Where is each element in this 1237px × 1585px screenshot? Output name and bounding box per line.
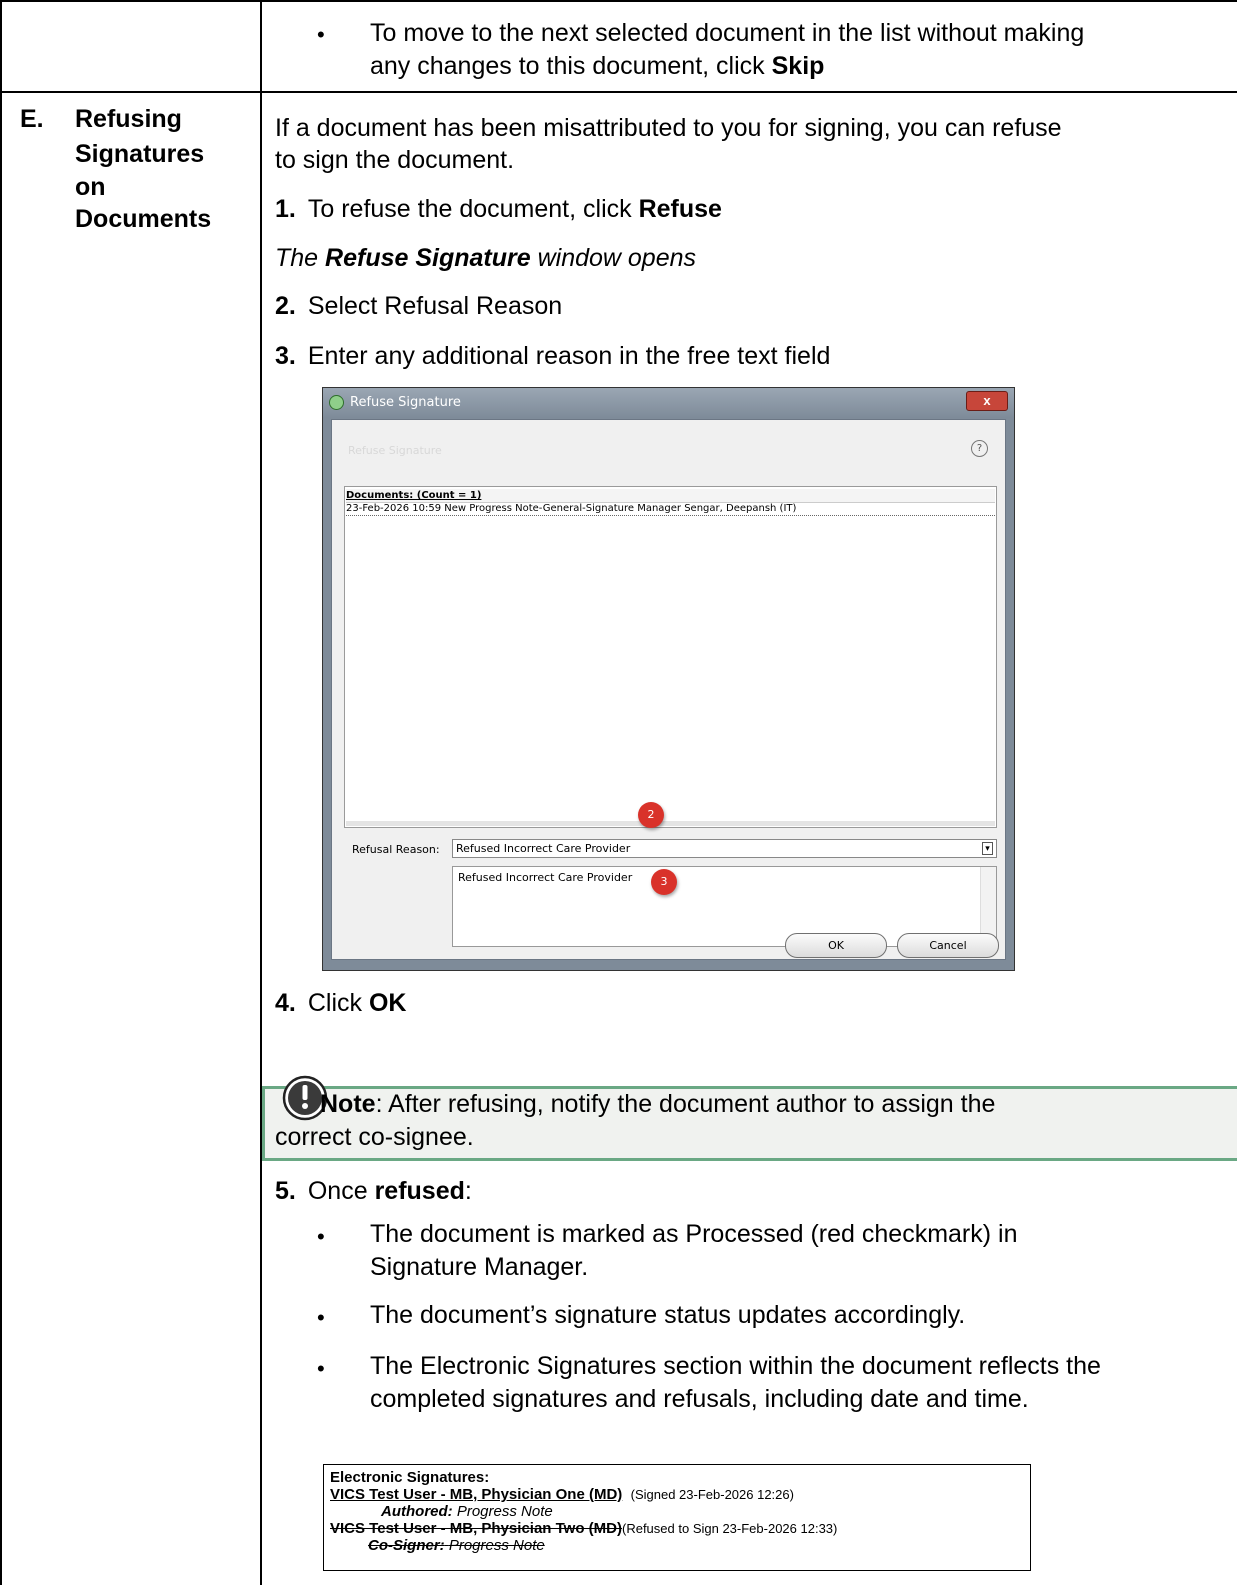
section-title-line3: on: [75, 173, 106, 201]
step-1: 1. To refuse the document, click Refuse: [275, 195, 722, 223]
refusal-reason-label: Refusal Reason:: [352, 843, 440, 856]
document-row[interactable]: 23-Feb-2026 10:59 New Progress Note-Gene…: [346, 503, 995, 516]
table-border-top: [0, 0, 1237, 2]
refuse-signature-dialog: Refuse Signature x Refuse Signature ? Do…: [322, 387, 1015, 971]
step-3: 3. Enter any additional reason in the fre…: [275, 342, 831, 370]
documents-list[interactable]: Documents: (Count = 1) 23-Feb-2026 10:59…: [344, 486, 997, 828]
step-1-result: The Refuse Signature window opens: [275, 244, 697, 272]
help-icon[interactable]: ?: [971, 440, 988, 457]
table-border-left: [0, 0, 2, 1585]
esig-title: Electronic Signatures:: [330, 1469, 490, 1486]
close-button[interactable]: x: [966, 391, 1008, 411]
section-letter: E.: [20, 105, 44, 133]
ok-button[interactable]: OK: [785, 933, 887, 958]
step-5: 5. Once refused:: [275, 1177, 472, 1205]
refusal-reason-select[interactable]: Refused Incorrect Care Provider ▾: [452, 839, 997, 858]
intro-line1: If a document has been misattributed to …: [275, 114, 1062, 142]
skip-instruction-line1: To move to the next selected document in…: [370, 19, 1085, 47]
outcome-1-line1: The document is marked as Processed (red…: [370, 1220, 1018, 1248]
callout-badge-2: 2: [638, 802, 664, 828]
step-4: 4. Click OK: [275, 989, 407, 1017]
refusal-reason-value: Refused Incorrect Care Provider: [456, 842, 631, 855]
bullet-dot: •: [317, 1224, 325, 1249]
outcome-1-line2: Signature Manager.: [370, 1253, 589, 1281]
dialog-title: Refuse Signature: [350, 395, 461, 410]
section-title-line2: Signatures: [75, 140, 205, 168]
step-2: 2. Select Refusal Reason: [275, 292, 563, 320]
intro-line2: to sign the document.: [275, 146, 515, 174]
electronic-signatures-box: Electronic Signatures: VICS Test User - …: [323, 1464, 1031, 1571]
dialog-titlebar: Refuse Signature x: [323, 388, 1014, 418]
esig-role-1: Authored: Progress Note: [381, 1503, 553, 1520]
app-logo-icon: [329, 395, 344, 410]
bullet-dot: •: [317, 1305, 325, 1330]
list-scrollbar[interactable]: [346, 821, 995, 826]
skip-instruction-line2: any changes to this document, click Skip: [370, 52, 825, 80]
bullet-dot: •: [317, 1356, 325, 1381]
cancel-button[interactable]: Cancel: [897, 933, 999, 958]
esig-signer-1: VICS Test User - MB, Physician One (MD) …: [330, 1486, 794, 1503]
note-box: Note: After refusing, notify the documen…: [262, 1075, 1237, 1161]
documents-list-header: Documents: (Count = 1): [346, 489, 995, 503]
outcome-3-line2: completed signatures and refusals, inclu…: [370, 1385, 1029, 1413]
table-row-divider: [0, 91, 1237, 93]
section-title-line4: Documents: [75, 205, 212, 233]
free-text-value: Refused Incorrect Care Provider: [458, 871, 633, 884]
note-line1: Note: After refusing, notify the documen…: [320, 1090, 996, 1118]
callout-badge-3: 3: [651, 869, 677, 895]
esig-role-2: Co-Signer: Progress Note: [368, 1537, 545, 1554]
esig-signer-2: VICS Test User - MB, Physician Two (MD)(…: [330, 1520, 838, 1537]
dropdown-arrow-icon[interactable]: ▾: [982, 842, 993, 855]
outcome-3-line1: The Electronic Signatures section within…: [370, 1352, 1101, 1380]
dialog-header: Refuse Signature: [348, 444, 442, 457]
note-line2: correct co-signee.: [275, 1123, 474, 1151]
bullet-dot: •: [317, 22, 325, 47]
section-title-line1: Refusing: [75, 105, 182, 133]
outcome-2: The document’s signature status updates …: [370, 1301, 966, 1329]
table-column-divider: [260, 0, 262, 1585]
